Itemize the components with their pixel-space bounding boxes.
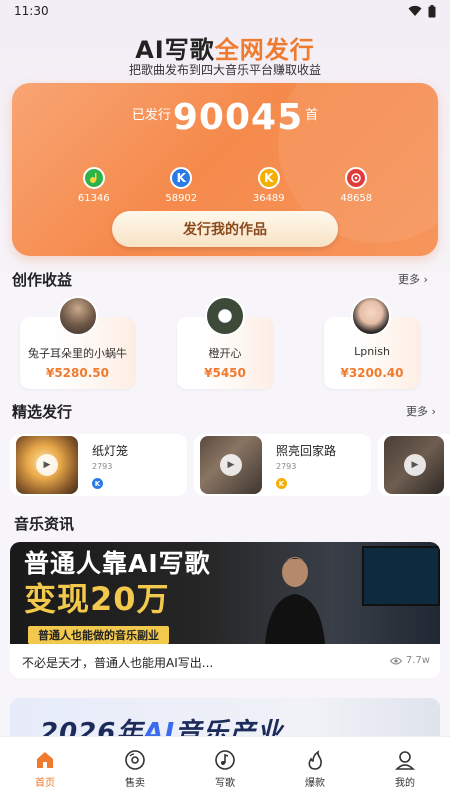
news-section-title: 音乐资讯 [14,515,75,533]
news-banner-line2: 变现20万 [24,580,170,618]
musician-illustration [265,557,325,644]
hero-title-part1: AI写歌 [135,36,215,64]
tab-home[interactable]: 首页 [0,737,90,800]
platform-count: 48658 [340,193,373,204]
featured-more-link[interactable]: 更多 › [406,403,436,419]
featured-title: 纸灯笼 [92,444,129,458]
tab-label: 我的 [395,777,415,789]
released-count: 已发行90045 首 [12,97,438,138]
qq-music-icon [82,167,105,189]
news-banner-strip: 普通人也能做的音乐副业 [28,626,169,644]
tab-label: 爆款 [305,777,325,789]
views-count: 7.7w [405,655,430,666]
earnings-section-title: 创作收益 [12,271,73,289]
more-label: 更多 [398,273,420,286]
featured-title: 照亮回家路 [276,444,337,458]
play-icon[interactable]: ▶ [220,454,242,476]
eye-icon [389,657,402,664]
news-card[interactable]: 普通人靠AI写歌 变现20万 普通人也能做的音乐副业 不必是天才，普通人也能用A… [10,542,440,678]
platform-list: 61346 K 58902 K 36489 48658 [12,167,438,204]
featured-thumbnail: ▶ [200,436,262,494]
release-my-work-button[interactable]: 发行我的作品 [112,211,338,247]
hero-title: AI写歌全网发行 [0,30,450,65]
news-card[interactable]: 2026年AI音乐产业 [10,698,440,738]
home-icon [37,751,53,768]
featured-thumbnail: ▶ [384,436,444,494]
kuwo-icon: K [257,167,280,189]
tab-label: 售卖 [125,777,145,789]
play-icon[interactable]: ▶ [404,454,426,476]
featured-count: 2793 [92,462,113,471]
avatar [351,296,391,336]
platform-count: 61346 [77,193,110,204]
platform-count: 58902 [165,193,198,204]
earnings-more-link[interactable]: 更多 › [398,271,428,287]
play-icon[interactable]: ▶ [36,454,58,476]
earnings-amount: ¥5280.50 [45,366,109,380]
platform-kuwo: K 36489 [239,167,299,204]
featured-item[interactable]: ▶ 纸灯笼 2793 K [10,434,187,496]
news-banner-title: 2026年AI音乐产业 [40,712,283,738]
featured-section-title: 精选发行 [12,403,73,421]
earnings-name: 兔子耳朵里的小蜗牛 [28,347,127,360]
platform-kugou: K 58902 [151,167,211,204]
avatar [58,296,98,336]
platform-netease: 48658 [326,167,386,204]
platform-count: 36489 [252,193,285,204]
tab-write[interactable]: 写歌 [180,737,270,800]
chevron-right-icon: › [423,273,428,286]
platform-qq-music: 61346 [64,167,124,204]
bottom-tab-bar: 首页 售卖 写歌 爆款 我的 [0,736,450,800]
earnings-amount: ¥3200.40 [340,366,404,380]
news-views: 7.7w [389,655,430,666]
kugou-icon: K [92,478,103,489]
status-bar: 11:30 [0,0,450,22]
earnings-name: 橙开心 [208,347,242,360]
tab-profile[interactable]: 我的 [360,737,450,800]
netease-music-icon [345,167,368,189]
news-banner-suffix: 音乐产业 [175,718,284,738]
hero-title-part2: 全网发行 [214,36,315,64]
more-label: 更多 [406,405,428,418]
release-stats-card: 已发行90045 首 61346 K 58902 K 36489 48658 发行… [12,83,438,256]
featured-item[interactable]: ▶ [378,434,450,496]
vinyl-icon [125,749,145,770]
earnings-name: Lpnish [354,345,390,358]
kuwo-icon: K [276,478,287,489]
earnings-amount: ¥5450 [204,366,246,380]
tab-hot[interactable]: 爆款 [270,737,360,800]
featured-thumbnail: ▶ [16,436,78,494]
released-prefix: 已发行 [131,108,171,123]
tab-label: 首页 [35,777,55,789]
profile-icon [395,750,415,770]
tab-label: 写歌 [215,777,235,789]
released-suffix: 首 [305,108,319,123]
hero-subtitle: 把歌曲发布到四大音乐平台赚取收益 [128,63,321,77]
released-number: 90045 [172,97,304,138]
news-banner-ai: AI [143,718,176,738]
featured-count: 2793 [276,462,297,471]
flame-icon [308,749,322,770]
wifi-icon [408,5,422,16]
news-banner: 普通人靠AI写歌 变现20万 普通人也能做的音乐副业 [10,542,440,644]
monitor-illustration [362,546,440,606]
battery-icon [428,4,436,17]
news-banner-prefix: 2026年 [40,718,144,738]
music-note-icon [215,749,235,770]
chevron-right-icon: › [431,405,436,418]
news-caption: 不必是天才，普通人也能用AI写出... [22,656,214,670]
avatar [205,296,245,336]
kugou-icon: K [170,167,193,189]
tab-sell[interactable]: 售卖 [90,737,180,800]
status-time: 11:30 [14,4,49,18]
featured-item[interactable]: ▶ 照亮回家路 2793 K [194,434,371,496]
